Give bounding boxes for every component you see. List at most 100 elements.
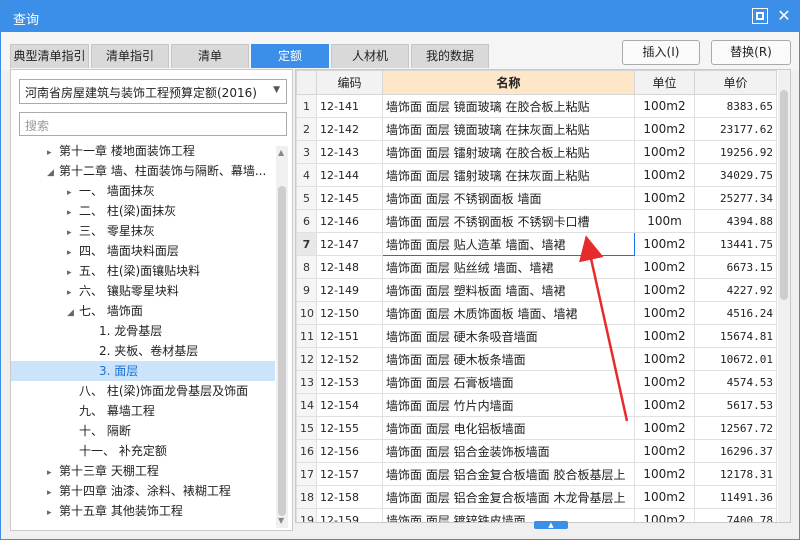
cell-code[interactable]: 12-151 (316, 324, 383, 348)
tab-my-data[interactable]: 我的数据 (411, 44, 489, 68)
cell-unit[interactable]: 100m2 (634, 485, 695, 509)
cell-price[interactable]: 34029.75 (694, 163, 777, 187)
table-row[interactable]: 11 12-151 墙饰面 面层 硬木条吸音墙面 100m2 15674.81 (296, 324, 777, 348)
tree-node[interactable]: ▸ 第十一章 楼地面装饰工程 (11, 141, 275, 161)
row-index[interactable]: 14 (296, 393, 317, 417)
cell-name[interactable]: 墙饰面 面层 塑料板面 墙面、墙裙 (382, 278, 635, 302)
cell-unit[interactable]: 100m2 (634, 232, 695, 256)
tree-node[interactable]: 十一、 补充定额 (11, 441, 275, 461)
table-row[interactable]: 18 12-158 墙饰面 面层 铝合金复合板墙面 木龙骨基层上 100m2 11491… (296, 485, 777, 509)
cell-unit[interactable]: 100m2 (634, 416, 695, 440)
row-index[interactable]: 5 (296, 186, 317, 210)
cell-unit[interactable]: 100m2 (634, 508, 695, 522)
tab-typical-list-guide[interactable]: 典型清单指引 (10, 44, 89, 68)
tab-list[interactable]: 清单 (171, 44, 249, 68)
cell-name[interactable]: 墙饰面 面层 铝合金复合板墙面 木龙骨基层上 (382, 485, 635, 509)
cell-price[interactable]: 11491.36 (694, 485, 777, 509)
cell-price[interactable]: 10672.01 (694, 347, 777, 371)
row-index[interactable]: 7 (296, 232, 317, 256)
row-index[interactable]: 11 (296, 324, 317, 348)
tree-node[interactable]: ▸ 第十三章 天棚工程 (11, 461, 275, 481)
collapse-icon[interactable]: ◢ (67, 303, 79, 321)
cell-unit[interactable]: 100m2 (634, 347, 695, 371)
table-row[interactable]: 15 12-155 墙饰面 面层 电化铝板墙面 100m2 12567.72 (296, 416, 777, 440)
row-index[interactable]: 8 (296, 255, 317, 279)
maximize-button[interactable] (752, 8, 768, 24)
cell-name[interactable]: 墙饰面 面层 贴丝绒 墙面、墙裙 (382, 255, 635, 279)
expand-icon[interactable]: ▸ (67, 203, 79, 221)
cell-name[interactable]: 墙饰面 面层 镭射玻璃 在胶合板上粘贴 (382, 140, 635, 164)
cell-name[interactable]: 墙饰面 面层 硬木条吸音墙面 (382, 324, 635, 348)
cell-name[interactable]: 墙饰面 面层 石膏板墙面 (382, 370, 635, 394)
cell-code[interactable]: 12-148 (316, 255, 383, 279)
expand-icon[interactable]: ▸ (47, 143, 59, 161)
cell-price[interactable]: 23177.62 (694, 117, 777, 141)
row-index[interactable]: 16 (296, 439, 317, 463)
row-index[interactable]: 6 (296, 209, 317, 233)
cell-code[interactable]: 12-156 (316, 439, 383, 463)
tree-node[interactable]: ▸ 五、 柱(梁)面镶贴块料 (11, 261, 275, 281)
cell-unit[interactable]: 100m2 (634, 186, 695, 210)
tree-node[interactable]: ◢ 七、 墙饰面 (11, 301, 275, 321)
grid-scrollbar[interactable] (778, 70, 790, 522)
cell-code[interactable]: 12-146 (316, 209, 383, 233)
table-row[interactable]: 5 12-145 墙饰面 面层 不锈钢面板 墙面 100m2 25277.34 (296, 186, 777, 210)
tree-node[interactable]: ▸ 二、 柱(梁)面抹灰 (11, 201, 275, 221)
row-index[interactable]: 10 (296, 301, 317, 325)
collapse-icon[interactable]: ◢ (47, 163, 59, 181)
tree-scrollbar[interactable]: ▲ ▼ (276, 146, 288, 528)
cell-name[interactable]: 墙饰面 面层 铝合金装饰板墙面 (382, 439, 635, 463)
row-index[interactable]: 18 (296, 485, 317, 509)
cell-code[interactable]: 12-150 (316, 301, 383, 325)
cell-name[interactable]: 墙饰面 面层 镀锌铁皮墙面 (382, 508, 635, 522)
expand-icon[interactable]: ▸ (67, 263, 79, 281)
row-index[interactable]: 3 (296, 140, 317, 164)
cell-unit[interactable]: 100m2 (634, 324, 695, 348)
tree-node[interactable]: ◢ 第十二章 墙、柱面装饰与隔断、幕墙... (11, 161, 275, 181)
tab-labor-material-machine[interactable]: 人材机 (331, 44, 409, 68)
tree-node[interactable]: 3. 面层 (11, 361, 275, 381)
cell-name[interactable]: 墙饰面 面层 不锈钢面板 不锈钢卡口槽 (382, 209, 635, 233)
table-row[interactable]: 4 12-144 墙饰面 面层 镭射玻璃 在抹灰面上粘贴 100m2 34029.75 (296, 163, 777, 187)
cell-unit[interactable]: 100m2 (634, 94, 695, 118)
cell-unit[interactable]: 100m2 (634, 163, 695, 187)
table-row[interactable]: 9 12-149 墙饰面 面层 塑料板面 墙面、墙裙 100m2 4227.92 (296, 278, 777, 302)
cell-name[interactable]: 墙饰面 面层 镜面玻璃 在抹灰面上粘贴 (382, 117, 635, 141)
tab-list-guide[interactable]: 清单指引 (91, 44, 169, 68)
cell-unit[interactable]: 100m2 (634, 255, 695, 279)
cell-name[interactable]: 墙饰面 面层 铝合金复合板墙面 胶合板基层上 (382, 462, 635, 486)
header-price[interactable]: 单价 (694, 70, 777, 95)
search-input[interactable]: 搜索 (19, 112, 287, 136)
cell-price[interactable]: 4574.53 (694, 370, 777, 394)
close-button[interactable]: ✕ (776, 8, 792, 24)
cell-unit[interactable]: 100m2 (634, 439, 695, 463)
tree-node[interactable]: 九、 幕墙工程 (11, 401, 275, 421)
table-row[interactable]: 14 12-154 墙饰面 面层 竹片内墙面 100m2 5617.53 (296, 393, 777, 417)
cell-name[interactable]: 墙饰面 面层 不锈钢面板 墙面 (382, 186, 635, 210)
tab-quota[interactable]: 定额 (251, 44, 329, 68)
tree-node[interactable]: ▸ 三、 零星抹灰 (11, 221, 275, 241)
cell-unit[interactable]: 100m2 (634, 301, 695, 325)
table-row[interactable]: 7 12-147 墙饰面 面层 贴人造革 墙面、墙裙 100m2 13441.75 (296, 232, 777, 256)
cell-name[interactable]: 墙饰面 面层 镜面玻璃 在胶合板上粘贴 (382, 94, 635, 118)
cell-code[interactable]: 12-159 (316, 508, 383, 522)
cell-unit[interactable]: 100m2 (634, 370, 695, 394)
tree-node[interactable]: ▸ 四、 墙面块料面层 (11, 241, 275, 261)
cell-code[interactable]: 12-147 (316, 232, 383, 256)
cell-code[interactable]: 12-149 (316, 278, 383, 302)
cell-price[interactable]: 4227.92 (694, 278, 777, 302)
cell-price[interactable]: 12178.31 (694, 462, 777, 486)
expand-icon[interactable]: ▸ (47, 503, 59, 520)
grid-scroll-thumb[interactable] (780, 90, 788, 300)
table-row[interactable]: 16 12-156 墙饰面 面层 铝合金装饰板墙面 100m2 16296.37 (296, 439, 777, 463)
row-index[interactable]: 15 (296, 416, 317, 440)
cell-price[interactable]: 4394.88 (694, 209, 777, 233)
row-index[interactable]: 4 (296, 163, 317, 187)
tree-node[interactable]: 八、 柱(梁)饰面龙骨基层及饰面 (11, 381, 275, 401)
header-code[interactable]: 编码 (316, 70, 383, 95)
cell-code[interactable]: 12-145 (316, 186, 383, 210)
header-unit[interactable]: 单位 (634, 70, 695, 95)
expand-icon[interactable]: ▸ (67, 183, 79, 201)
cell-price[interactable]: 13441.75 (694, 232, 777, 256)
table-row[interactable]: 8 12-148 墙饰面 面层 贴丝绒 墙面、墙裙 100m2 6673.15 (296, 255, 777, 279)
